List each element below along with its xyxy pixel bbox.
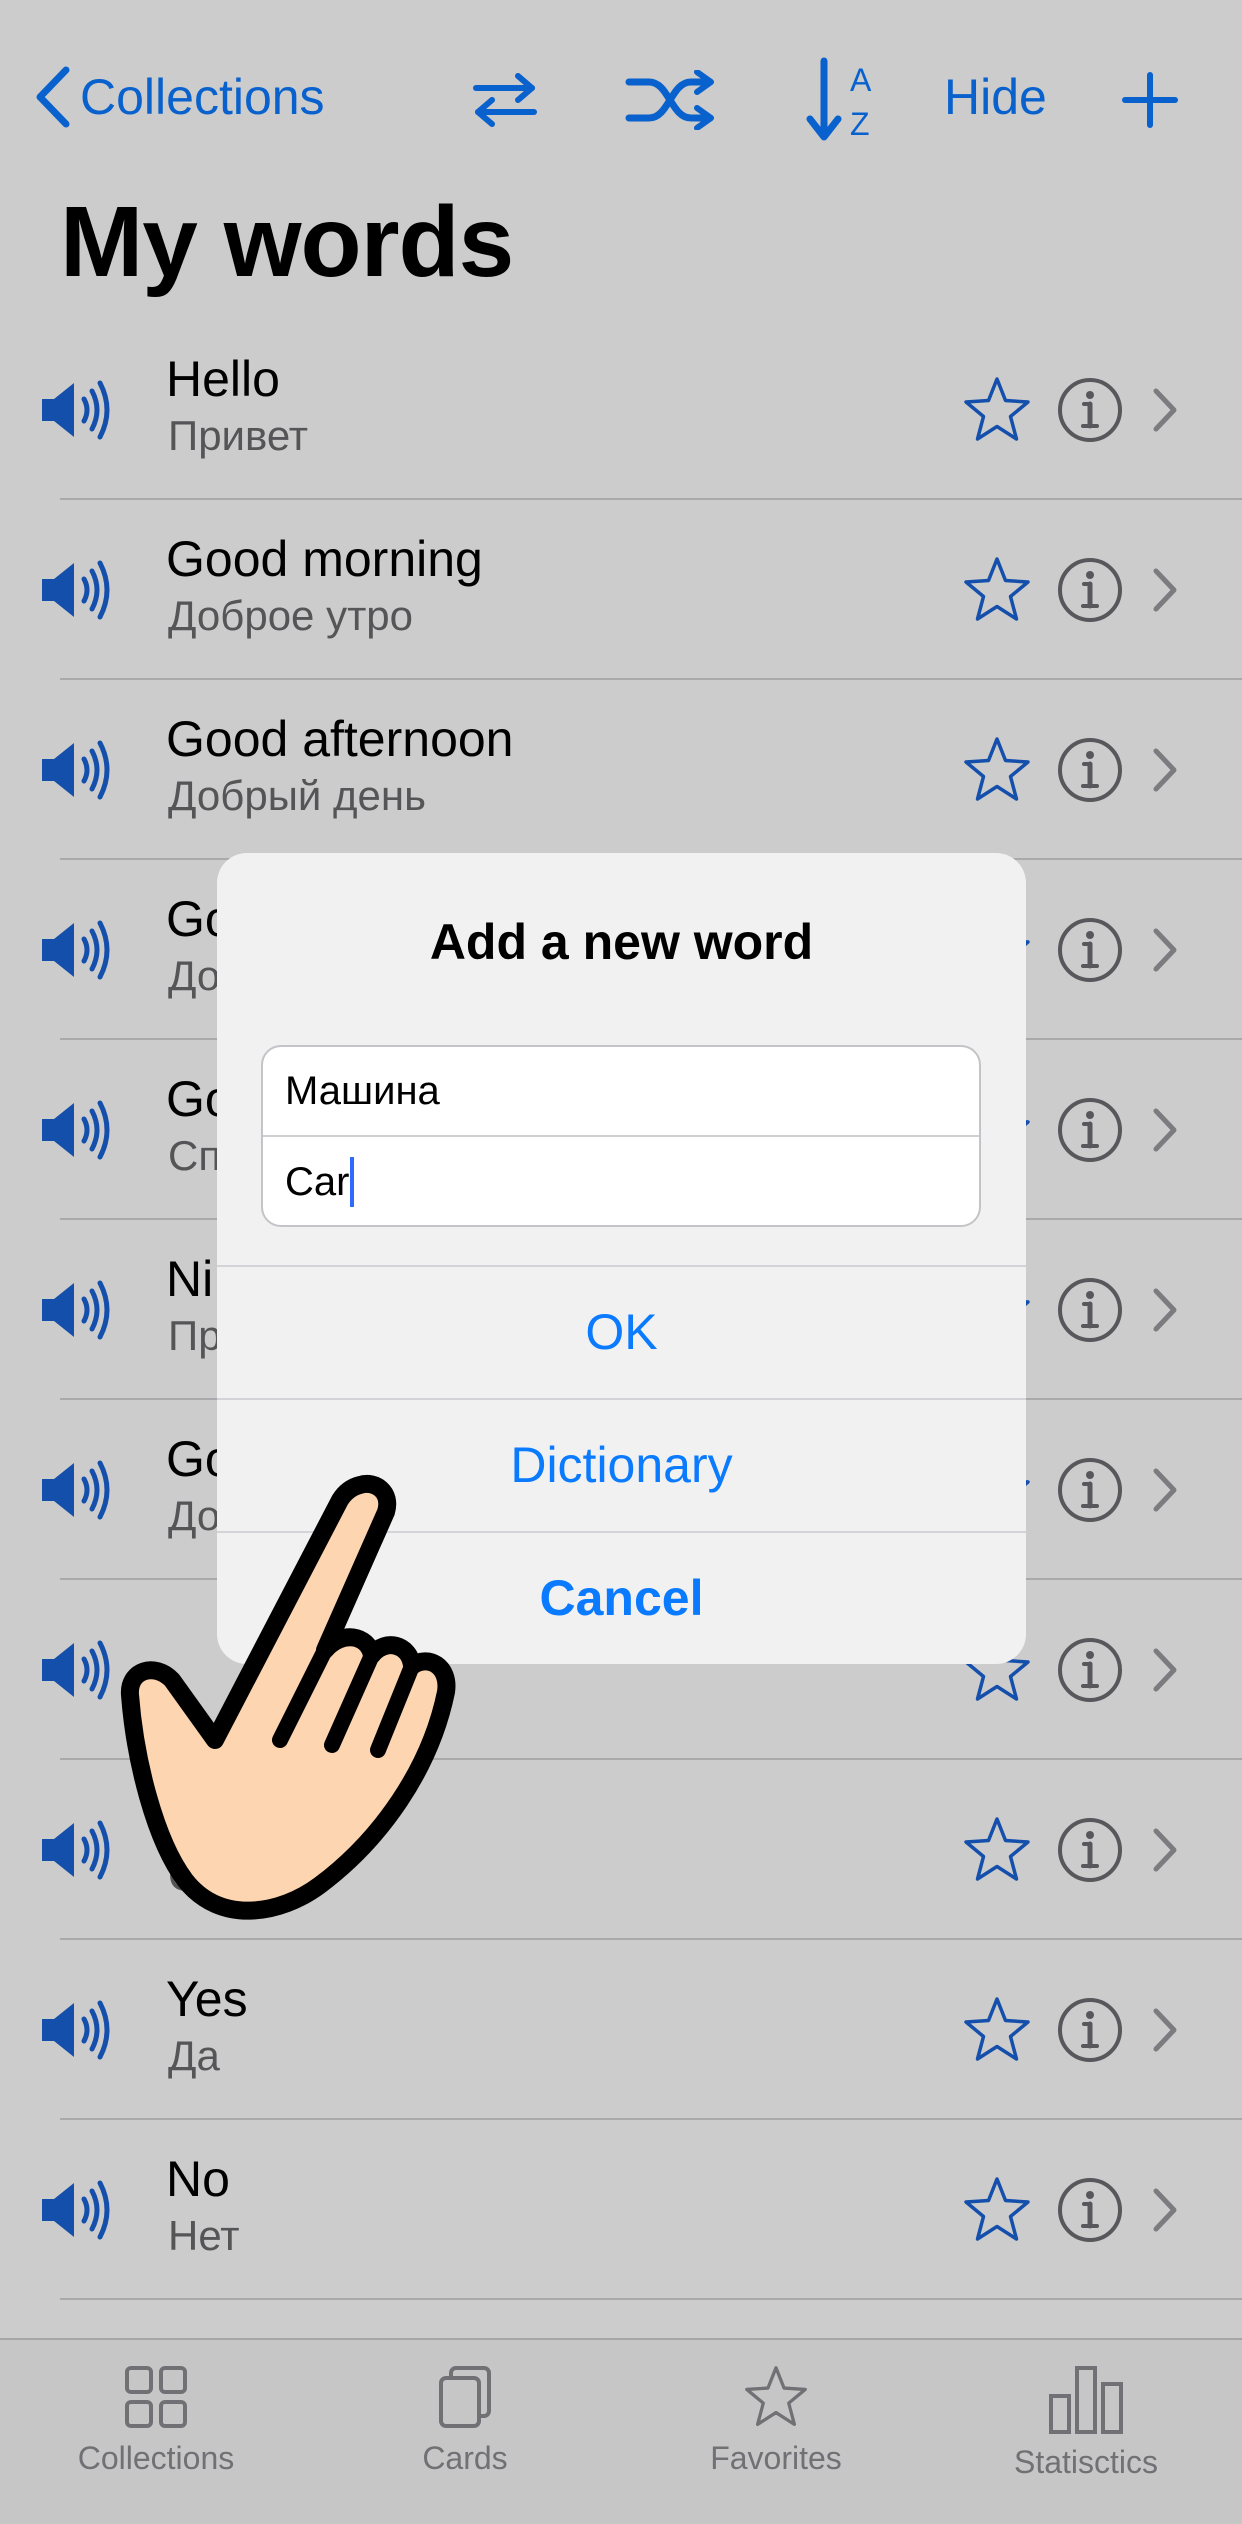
word-field[interactable]: Машина: [263, 1047, 979, 1137]
translation-field[interactable]: Car: [263, 1137, 979, 1225]
word-field-value: Машина: [285, 1068, 440, 1113]
ok-button[interactable]: OK: [217, 1265, 1026, 1397]
dialog-fields: Машина Car: [261, 1045, 981, 1227]
text-cursor: [350, 1157, 355, 1207]
pointing-hand-icon: [121, 1474, 456, 1920]
translation-field-value: Car: [285, 1159, 350, 1204]
dialog-title: Add a new word: [429, 914, 814, 970]
